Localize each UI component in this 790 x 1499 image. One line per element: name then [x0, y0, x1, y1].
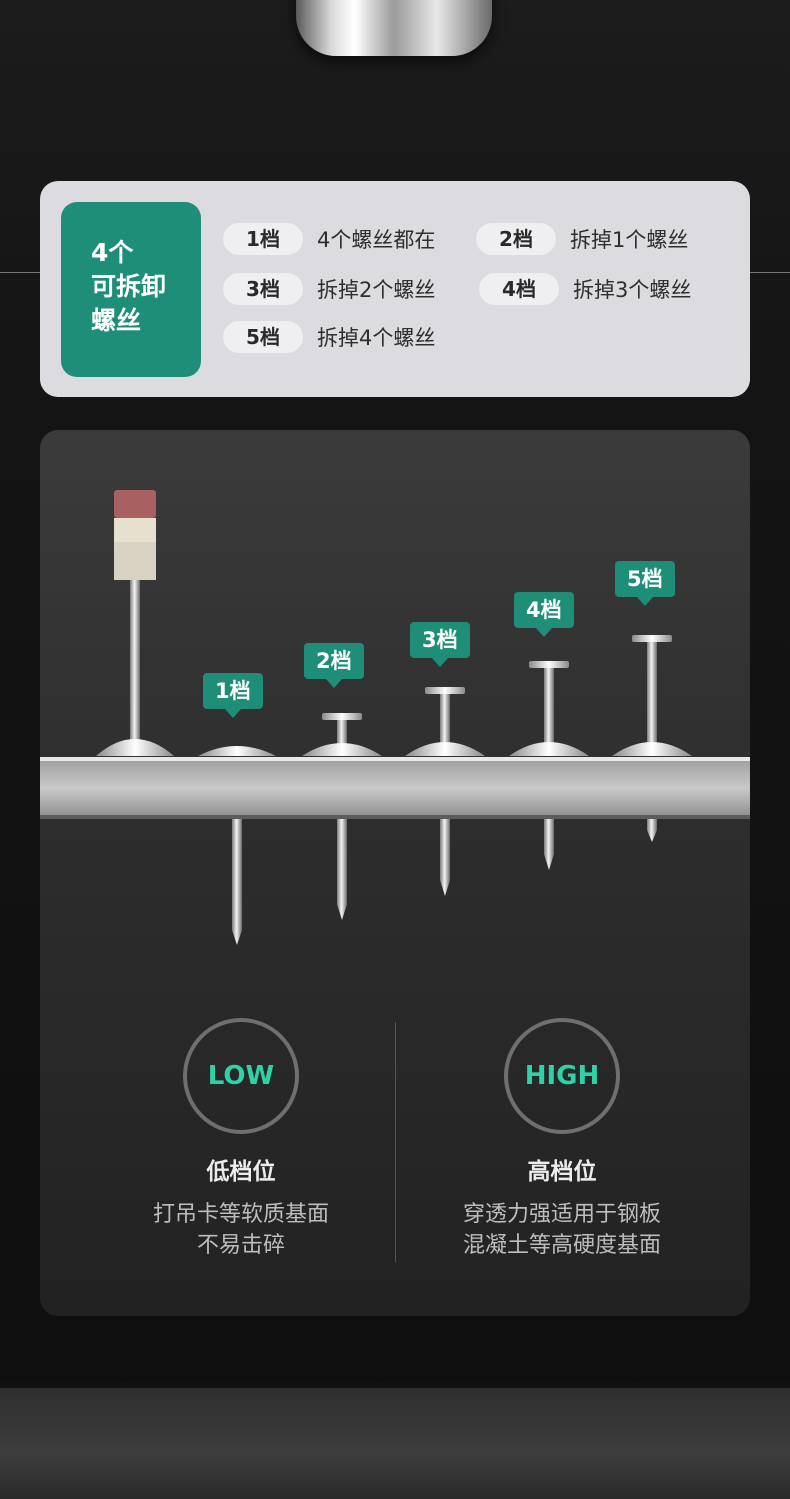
tool-nozzle-image: [296, 0, 492, 56]
low-level-title: 低档位: [206, 1159, 276, 1185]
gear-desc: 4个螺丝都在: [317, 228, 436, 252]
high-level-title: 高档位: [527, 1159, 597, 1185]
gear-tag-1: 1档: [203, 673, 263, 718]
badge-line: 4个: [91, 238, 134, 267]
gear-item-1: 1档 4个螺丝都在: [223, 223, 435, 255]
gear-item-4: 4档 拆掉3个螺丝: [479, 273, 691, 305]
gear-pill: 3档: [223, 273, 303, 305]
gear-item-3: 3档 拆掉2个螺丝: [223, 273, 435, 305]
gear-tag-3: 3档: [410, 622, 470, 667]
gear-pill: 4档: [479, 273, 559, 305]
gear-pill: 2档: [476, 223, 556, 255]
page: 4个 可拆卸 螺丝 1档 4个螺丝都在 2档 拆掉1个螺丝 3档 拆掉2个螺丝 …: [0, 0, 790, 1499]
high-level-desc: 穿透力强适用于钢板 混凝土等高硬度基面: [402, 1199, 722, 1261]
gear-tag-2: 2档: [304, 643, 364, 688]
removable-screws-badge: 4个 可拆卸 螺丝: [61, 202, 201, 377]
screw-info-card: 4个 可拆卸 螺丝 1档 4个螺丝都在 2档 拆掉1个螺丝 3档 拆掉2个螺丝 …: [40, 181, 750, 397]
low-level-desc-line: 不易击碎: [196, 1233, 285, 1258]
low-level-badge: LOW: [183, 1018, 299, 1134]
gear-tag-4: 4档: [514, 592, 574, 637]
gear-tag-5: 5档: [615, 561, 675, 606]
gear-item-2: 2档 拆掉1个螺丝: [476, 223, 688, 255]
reference-nail: [96, 490, 174, 756]
gear-desc: 拆掉3个螺丝: [573, 278, 692, 302]
low-level-desc-line: 打吊卡等软质基面: [152, 1202, 329, 1227]
high-level-badge: HIGH: [504, 1018, 620, 1134]
gear-item-5: 5档 拆掉4个螺丝: [223, 321, 435, 353]
gear-pill: 5档: [223, 321, 303, 353]
low-level-desc: 打吊卡等软质基面 不易击碎: [81, 1199, 401, 1261]
high-level-desc-line: 穿透力强适用于钢板: [462, 1202, 661, 1227]
gear-desc: 拆掉2个螺丝: [317, 278, 436, 302]
gear-pill: 1档: [223, 223, 303, 255]
gear-desc: 拆掉1个螺丝: [570, 228, 689, 252]
steel-plate: [40, 757, 750, 819]
gear-desc: 拆掉4个螺丝: [317, 326, 436, 350]
high-level-desc-line: 混凝土等高硬度基面: [462, 1233, 661, 1258]
bottom-band: [0, 1388, 790, 1499]
badge-line: 可拆卸: [91, 272, 167, 301]
nail-depth-diagram-card: 1档 2档 3档 4档 5档 LOW 低档位 打吊卡等软质基面 不易击碎 HIG…: [40, 430, 750, 1316]
badge-line: 螺丝: [91, 306, 142, 335]
